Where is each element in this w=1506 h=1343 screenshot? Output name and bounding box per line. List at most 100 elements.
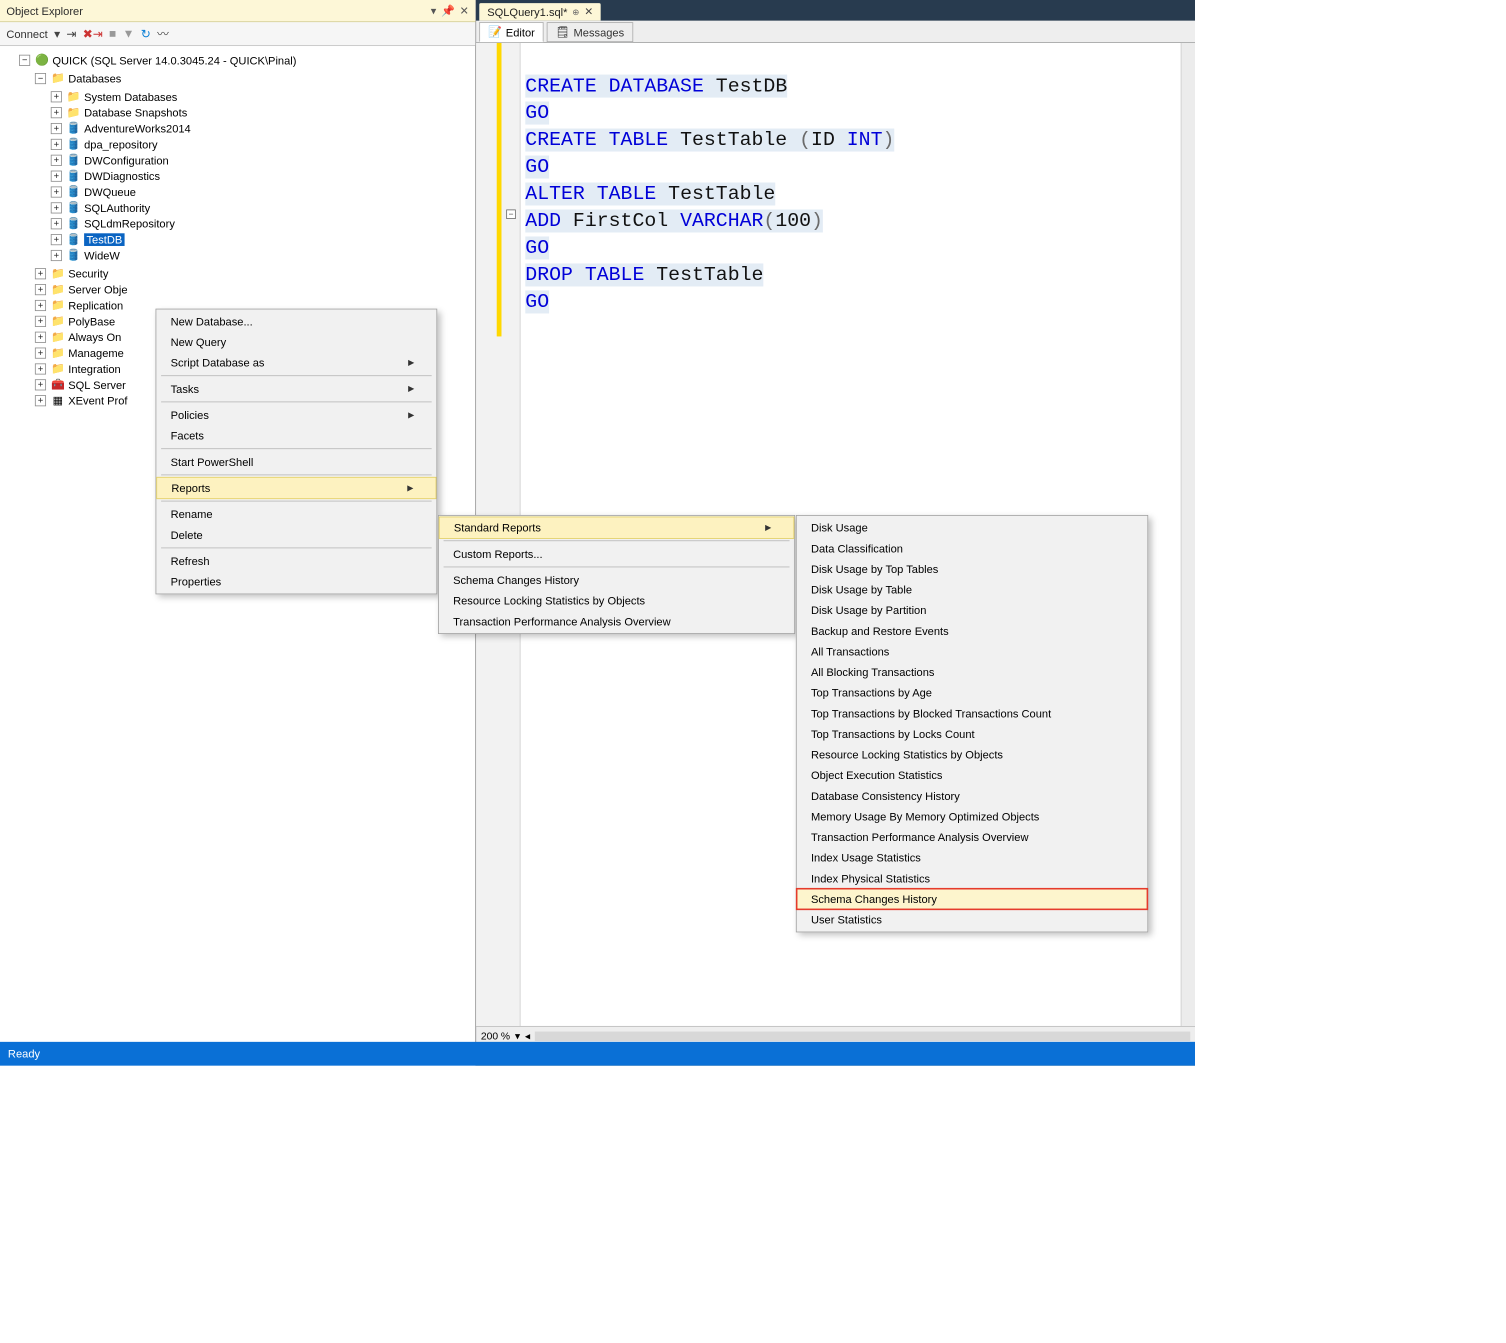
alwayson-folder[interactable]: Always On xyxy=(68,330,121,343)
expand-icon[interactable]: + xyxy=(51,91,62,102)
databases-folder[interactable]: Databases xyxy=(68,72,121,85)
menu-item-start-powershell[interactable]: Start PowerShell xyxy=(156,451,436,472)
database-snapshots-folder[interactable]: Database Snapshots xyxy=(84,106,187,119)
menu-item-script-database[interactable]: Script Database as▶ xyxy=(156,352,436,373)
filter-icon[interactable]: ▼ xyxy=(123,27,135,40)
stop-icon[interactable]: ■ xyxy=(109,27,116,40)
expand-icon[interactable]: + xyxy=(35,395,46,406)
expand-icon[interactable]: + xyxy=(51,218,62,229)
expand-icon[interactable]: + xyxy=(35,347,46,358)
menu-item-standard-report[interactable]: Disk Usage by Top Tables xyxy=(797,559,1148,580)
menu-item-standard-report[interactable]: Disk Usage by Partition xyxy=(797,600,1148,621)
menu-item-standard-report[interactable]: All Blocking Transactions xyxy=(797,662,1148,683)
disconnect-icon[interactable]: ⇥ xyxy=(66,27,76,41)
close-icon[interactable]: ✕ xyxy=(460,4,469,17)
expand-icon[interactable]: + xyxy=(51,123,62,134)
management-folder[interactable]: Manageme xyxy=(68,346,124,359)
menu-item-standard-report[interactable]: User Statistics xyxy=(797,909,1148,930)
db-node-selected[interactable]: TestDB xyxy=(84,233,125,246)
menu-item-new-database[interactable]: New Database... xyxy=(156,311,436,332)
menu-item-standard-report[interactable]: Disk Usage by Table xyxy=(797,579,1148,600)
menu-item-rename[interactable]: Rename xyxy=(156,504,436,525)
dropdown-icon[interactable]: ▾ xyxy=(431,4,437,17)
menu-item-transaction-perf[interactable]: Transaction Performance Analysis Overvie… xyxy=(439,611,794,632)
expand-icon[interactable]: + xyxy=(35,315,46,326)
server-node[interactable]: QUICK (SQL Server 14.0.3045.24 - QUICK\P… xyxy=(52,54,296,67)
polybase-folder[interactable]: PolyBase xyxy=(68,315,115,328)
document-tab[interactable]: SQLQuery1.sql* ⊕ ✕ xyxy=(479,3,601,20)
expand-icon[interactable]: + xyxy=(51,202,62,213)
menu-item-policies[interactable]: Policies▶ xyxy=(156,405,436,426)
menu-item-standard-report[interactable]: All Transactions xyxy=(797,641,1148,662)
expand-icon[interactable]: + xyxy=(51,250,62,261)
dropdown-icon[interactable]: ▾ xyxy=(515,1030,520,1043)
menu-item-delete[interactable]: Delete xyxy=(156,524,436,545)
integration-folder[interactable]: Integration xyxy=(68,362,121,375)
zoom-level[interactable]: 200 % xyxy=(481,1030,510,1042)
menu-item-standard-report[interactable]: Disk Usage xyxy=(797,517,1148,538)
scroll-left-icon[interactable]: ◂ xyxy=(525,1030,530,1043)
expand-icon[interactable]: + xyxy=(35,300,46,311)
expand-icon[interactable]: − xyxy=(19,54,30,65)
db-node[interactable]: SQLAuthority xyxy=(84,201,150,214)
expand-icon[interactable]: + xyxy=(51,170,62,181)
sql-server-folder[interactable]: SQL Server xyxy=(68,378,126,391)
db-node[interactable]: DWQueue xyxy=(84,185,136,198)
db-node[interactable]: WideW xyxy=(84,249,120,262)
db-node[interactable]: DWConfiguration xyxy=(84,154,169,167)
menu-item-standard-report[interactable]: Memory Usage By Memory Optimized Objects xyxy=(797,806,1148,827)
disconnect-all-icon[interactable]: ✖⇥ xyxy=(83,27,103,41)
expand-icon[interactable]: + xyxy=(51,234,62,245)
menu-item-standard-report[interactable]: Top Transactions by Age xyxy=(797,682,1148,703)
db-node[interactable]: AdventureWorks2014 xyxy=(84,122,191,135)
menu-item-standard-report[interactable]: Backup and Restore Events xyxy=(797,621,1148,642)
menu-item-new-query[interactable]: New Query xyxy=(156,332,436,353)
db-node[interactable]: dpa_repository xyxy=(84,138,157,151)
expand-icon[interactable]: + xyxy=(51,154,62,165)
menu-item-standard-report[interactable]: Schema Changes History xyxy=(797,889,1148,910)
expand-icon[interactable]: + xyxy=(35,268,46,279)
menu-item-standard-report[interactable]: Data Classification xyxy=(797,538,1148,559)
close-icon[interactable]: ✕ xyxy=(584,6,593,19)
menu-item-properties[interactable]: Properties xyxy=(156,571,436,592)
menu-item-refresh[interactable]: Refresh xyxy=(156,551,436,572)
db-node[interactable]: DWDiagnostics xyxy=(84,169,160,182)
xevent-folder[interactable]: XEvent Prof xyxy=(68,394,127,407)
dropdown-icon[interactable]: ▾ xyxy=(54,27,60,41)
scrollbar[interactable] xyxy=(1181,43,1195,1026)
expand-icon[interactable]: + xyxy=(51,107,62,118)
menu-item-facets[interactable]: Facets xyxy=(156,425,436,446)
hscroll[interactable] xyxy=(535,1031,1190,1041)
fold-icon[interactable]: − xyxy=(506,209,516,219)
refresh-icon[interactable]: ↻ xyxy=(141,27,151,41)
menu-item-standard-report[interactable]: Index Usage Statistics xyxy=(797,847,1148,868)
replication-folder[interactable]: Replication xyxy=(68,299,123,312)
menu-item-standard-report[interactable]: Top Transactions by Locks Count xyxy=(797,724,1148,745)
menu-item-reports[interactable]: Reports▶ xyxy=(156,477,436,499)
connect-button[interactable]: Connect xyxy=(6,27,47,40)
pin-icon[interactable]: 📌 xyxy=(441,4,455,17)
expand-icon[interactable]: + xyxy=(51,138,62,149)
menu-item-standard-reports[interactable]: Standard Reports▶ xyxy=(439,517,794,539)
server-objects-folder[interactable]: Server Obje xyxy=(68,283,127,296)
menu-item-tasks[interactable]: Tasks▶ xyxy=(156,378,436,399)
expand-icon[interactable]: − xyxy=(35,73,46,84)
pin-icon[interactable]: ⊕ xyxy=(572,7,579,17)
expand-icon[interactable]: + xyxy=(35,284,46,295)
activity-monitor-icon[interactable]: 〰 xyxy=(157,25,169,42)
menu-item-standard-report[interactable]: Index Physical Statistics xyxy=(797,868,1148,889)
menu-item-standard-report[interactable]: Object Execution Statistics xyxy=(797,765,1148,786)
menu-item-standard-report[interactable]: Database Consistency History xyxy=(797,786,1148,807)
menu-item-standard-report[interactable]: Transaction Performance Analysis Overvie… xyxy=(797,827,1148,848)
messages-tab[interactable]: 🗒Messages xyxy=(547,22,633,42)
db-node[interactable]: SQLdmRepository xyxy=(84,217,175,230)
expand-icon[interactable]: + xyxy=(51,186,62,197)
expand-icon[interactable]: + xyxy=(35,363,46,374)
expand-icon[interactable]: + xyxy=(35,379,46,390)
menu-item-schema-changes[interactable]: Schema Changes History xyxy=(439,570,794,591)
menu-item-custom-reports[interactable]: Custom Reports... xyxy=(439,544,794,565)
expand-icon[interactable]: + xyxy=(35,331,46,342)
editor-tab[interactable]: 📝Editor xyxy=(479,22,543,42)
menu-item-standard-report[interactable]: Top Transactions by Blocked Transactions… xyxy=(797,703,1148,724)
menu-item-resource-locking[interactable]: Resource Locking Statistics by Objects xyxy=(439,590,794,611)
